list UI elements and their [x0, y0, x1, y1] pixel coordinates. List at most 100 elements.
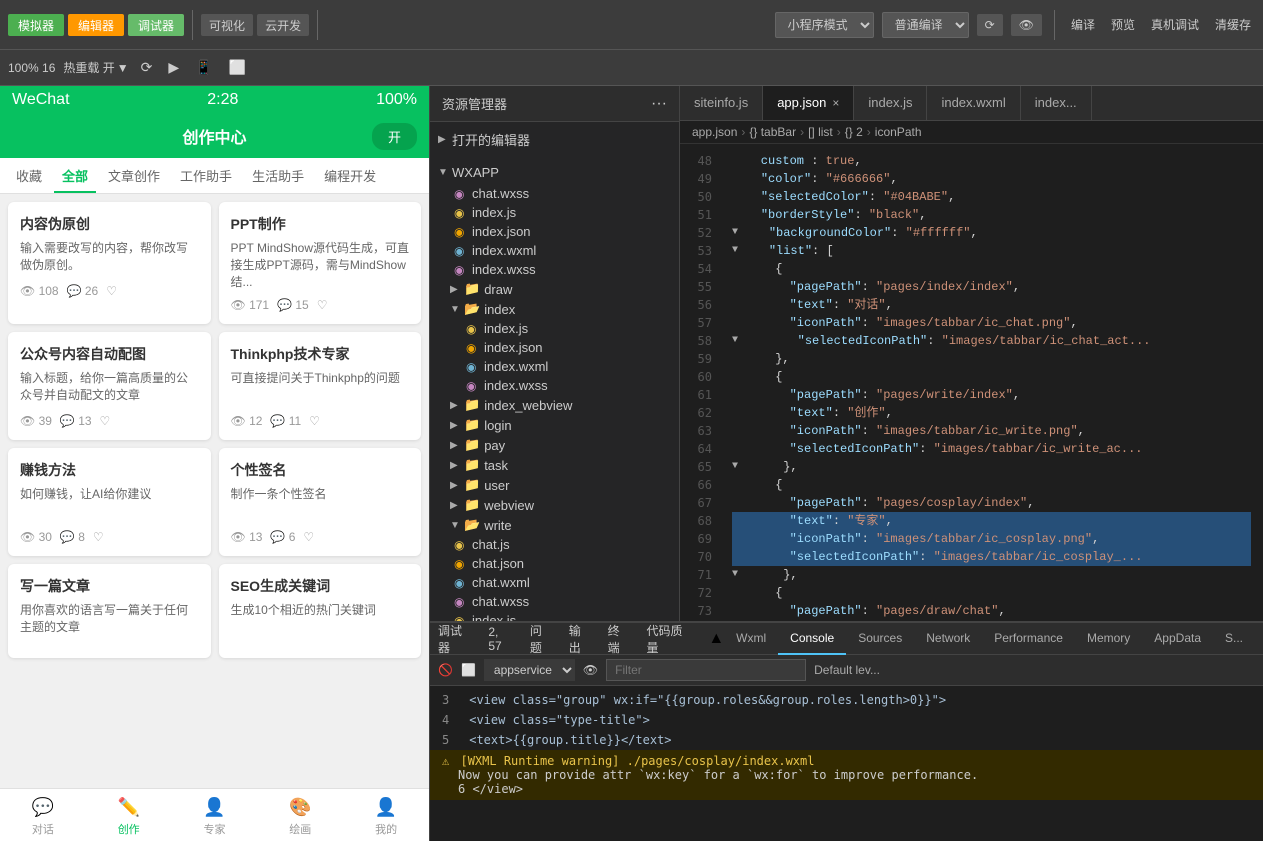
- nav-tab-collect[interactable]: 收藏: [8, 158, 50, 193]
- card-title: 公众号内容自动配图: [20, 344, 199, 364]
- wechat-toggle-btn[interactable]: 开: [372, 123, 417, 150]
- play-icon-btn[interactable]: ▶: [164, 57, 183, 78]
- devtools-tab-console[interactable]: Console: [778, 623, 846, 655]
- folder-index-webview[interactable]: ▶ 📁 index_webview: [430, 395, 679, 415]
- compile-icon-btn[interactable]: ⟳: [137, 57, 157, 78]
- nav-tab-dev[interactable]: 编程开发: [316, 158, 384, 193]
- folder-index[interactable]: ▼ 📂 index: [430, 299, 679, 319]
- visual-btn[interactable]: 可视化: [201, 14, 253, 36]
- card-signature[interactable]: 个性签名 制作一条个性签名 👁 13 💬 6 ♡: [219, 448, 422, 556]
- file-index-wxss[interactable]: ◉ index.wxss: [430, 260, 679, 279]
- wxapp-arrow: ▼: [438, 167, 448, 178]
- file-name: index.wxss: [472, 262, 536, 277]
- file-index-js[interactable]: ◉ index.js: [430, 203, 679, 222]
- open-editors-header[interactable]: ▶ 打开的编辑器: [430, 126, 679, 153]
- code-line-67: "pagePath": "pages/cosplay/index",: [732, 494, 1251, 512]
- code-line-57: "iconPath": "images/tabbar/ic_chat.png",: [732, 314, 1251, 332]
- devtools-expand-btn[interactable]: ▲: [708, 630, 724, 648]
- file-index-wxss-2[interactable]: ◉ index.wxss: [430, 376, 679, 395]
- devtools-tab-sources[interactable]: Sources: [846, 623, 914, 655]
- folder-login[interactable]: ▶ 📁 login: [430, 415, 679, 435]
- card-seo[interactable]: SEO生成关键词 生成10个相近的热门关键词: [219, 564, 422, 658]
- nav-tab-life[interactable]: 生活助手: [244, 158, 312, 193]
- tab-index-dot[interactable]: index...: [1021, 86, 1092, 120]
- card-money[interactable]: 赚钱方法 如何赚钱，让AI给你建议 👁 30 💬 8 ♡: [8, 448, 211, 556]
- card-write-article[interactable]: 写一篇文章 用你喜欢的语言写一篇关于任何主题的文章: [8, 564, 211, 658]
- file-name: index.json: [484, 340, 543, 355]
- nav-tab-work[interactable]: 工作助手: [172, 158, 240, 193]
- devtools-clear-btn[interactable]: 🚫: [438, 663, 453, 677]
- bottom-nav-draw[interactable]: 🎨 绘画: [276, 795, 324, 837]
- folder-user[interactable]: ▶ 📁 user: [430, 475, 679, 495]
- nav-tab-all[interactable]: 全部: [54, 158, 96, 193]
- comments-stat: 💬 6: [270, 530, 295, 544]
- folder-draw[interactable]: ▶ 📁 draw: [430, 279, 679, 299]
- like-stat: ♡: [93, 530, 104, 544]
- file-index-wxml[interactable]: ◉ index.wxml: [430, 241, 679, 260]
- folder-pay[interactable]: ▶ 📁 pay: [430, 435, 679, 455]
- folder-webview[interactable]: ▶ 📁 webview: [430, 495, 679, 515]
- explorer-more-btn[interactable]: ···: [651, 95, 667, 113]
- devtools-tab-performance[interactable]: Performance: [982, 623, 1075, 655]
- window-icon-btn[interactable]: ⬜: [225, 57, 250, 78]
- card-wechat-img[interactable]: 公众号内容自动配图 输入标题，给你一篇高质量的公众号并自动配文的文章 👁 39 …: [8, 332, 211, 440]
- code-line-58: ▼ "selectedIconPath": "images/tabbar/ic_…: [732, 332, 1251, 350]
- file-chat-js[interactable]: ◉ chat.js: [430, 535, 679, 554]
- simulator-btn[interactable]: 模拟器: [8, 14, 64, 36]
- devtools-filter-input[interactable]: [606, 659, 806, 681]
- file-index-json[interactable]: ◉ index.json: [430, 222, 679, 241]
- bottom-nav-create[interactable]: ✏️ 创作: [105, 795, 153, 837]
- tab-close-btn[interactable]: ×: [832, 96, 839, 110]
- compile-select[interactable]: 普通编译: [882, 12, 969, 38]
- like-stat: ♡: [106, 284, 117, 298]
- tab-siteinfo[interactable]: siteinfo.js: [680, 86, 763, 120]
- tab-index-wxml[interactable]: index.wxml: [927, 86, 1020, 120]
- cloud-btn[interactable]: 云开发: [257, 14, 309, 36]
- tab-index-js[interactable]: index.js: [854, 86, 927, 120]
- file-index-json-2[interactable]: ◉ index.json: [430, 338, 679, 357]
- devtools-tab-memory[interactable]: Memory: [1075, 623, 1142, 655]
- card-desc: 如何赚钱，让AI给你建议: [20, 486, 199, 522]
- file-write-index-js[interactable]: ◉ index.js: [430, 611, 679, 621]
- code-line-56: "text": "对话",: [732, 296, 1251, 314]
- devtools-tab-wxml[interactable]: Wxml: [724, 623, 778, 655]
- card-fake-original[interactable]: 内容伪原创 输入需要改写的内容，帮你改写做伪原创。 👁 108 💬 26 ♡: [8, 202, 211, 324]
- preview-eye-btn[interactable]: 👁: [1011, 14, 1042, 36]
- devtools-tab-network[interactable]: Network: [914, 623, 982, 655]
- file-chat-wxss-2[interactable]: ◉ chat.wxss: [430, 592, 679, 611]
- file-name: index.js: [484, 321, 528, 336]
- tab-app-json[interactable]: app.json ×: [763, 86, 854, 120]
- code-line-68: "text": "专家",: [732, 512, 1251, 530]
- refresh-btn[interactable]: ⟳: [977, 14, 1003, 36]
- debugger-btn[interactable]: 调试器: [128, 14, 184, 36]
- bottom-nav-mine[interactable]: 👤 我的: [362, 795, 410, 837]
- hot-reload-btn[interactable]: 热重载 开 ▼: [63, 59, 128, 76]
- wechat-title-bar: 创作中心 开: [0, 114, 429, 158]
- file-chat-wxss[interactable]: ◉ chat.wxss: [430, 184, 679, 203]
- nav-tab-article[interactable]: 文章创作: [100, 158, 168, 193]
- editor-btn[interactable]: 编辑器: [68, 14, 124, 36]
- code-editor[interactable]: custom : true, "color": "#666666", "sele…: [720, 144, 1263, 621]
- devtools-toggle-btn[interactable]: ⬜: [461, 663, 476, 677]
- devtools-service-dropdown[interactable]: appservice: [484, 659, 575, 681]
- file-index-wxml-2[interactable]: ◉ index.wxml: [430, 357, 679, 376]
- code-line-48: custom : true,: [732, 152, 1251, 170]
- mode-select[interactable]: 小程序模式: [775, 12, 874, 38]
- devtools-tab-s[interactable]: S...: [1213, 623, 1255, 655]
- console-line-5: 5 <text>{{group.title}}</text>: [430, 730, 1263, 750]
- card-thinkphp[interactable]: Thinkphp技术专家 可直接提问关于Thinkphp的问题 👁 12 💬 1…: [219, 332, 422, 440]
- devtools-tab-appdata[interactable]: AppData: [1142, 623, 1213, 655]
- phone-icon-btn[interactable]: 📱: [191, 57, 216, 78]
- file-name: index.json: [472, 224, 531, 239]
- bottom-nav-chat[interactable]: 💬 对话: [19, 795, 67, 837]
- file-index-js-2[interactable]: ◉ index.js: [430, 319, 679, 338]
- folder-write[interactable]: ▼ 📂 write: [430, 515, 679, 535]
- bottom-nav-expert[interactable]: 👤 专家: [190, 795, 238, 837]
- file-chat-json[interactable]: ◉ chat.json: [430, 554, 679, 573]
- card-ppt[interactable]: PPT制作 PPT MindShow源代码生成，可直接生成PPT源码，需与Min…: [219, 202, 422, 324]
- line-num: 4: [442, 712, 462, 728]
- wxapp-header[interactable]: ▼ WXAPP: [430, 161, 679, 184]
- devtools-eye-btn[interactable]: 👁: [583, 663, 598, 677]
- folder-task[interactable]: ▶ 📁 task: [430, 455, 679, 475]
- file-chat-wxml[interactable]: ◉ chat.wxml: [430, 573, 679, 592]
